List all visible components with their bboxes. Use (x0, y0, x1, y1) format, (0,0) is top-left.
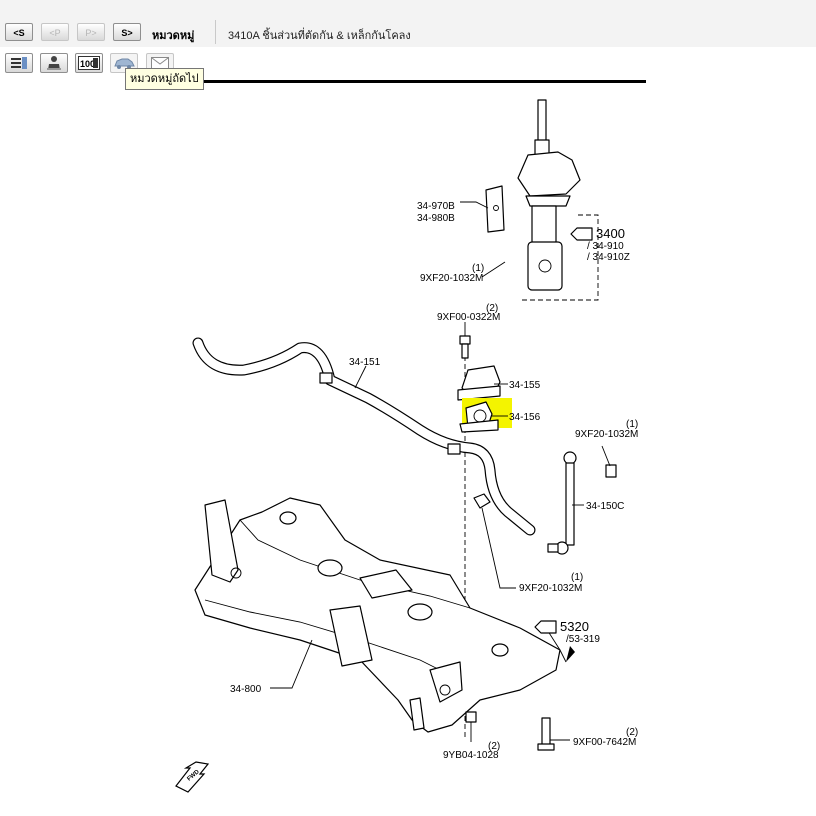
arrow-head (566, 646, 575, 662)
label-bushing-code[interactable]: 34-156 (509, 412, 541, 423)
label-bracket-code-2[interactable]: 34-980B (417, 213, 455, 224)
label-link-code[interactable]: 34-150C (586, 501, 624, 512)
label-bolt-code-2[interactable]: 9XF00-0322M (437, 312, 500, 323)
strut-assembly[interactable] (485, 99, 581, 291)
leader-crossmember (270, 639, 313, 689)
label-bracket-code-1[interactable]: 34-970B (417, 201, 455, 212)
bolt-upper[interactable] (459, 335, 471, 359)
leader-bolt-top (481, 261, 506, 278)
label-bracket-code-3[interactable]: 34-155 (509, 380, 541, 391)
reference-pointer-icon (570, 227, 593, 241)
forward-arrow-icon: FWD (175, 761, 210, 793)
bolt-bottom-right[interactable] (537, 717, 555, 751)
label-stabilizer-code[interactable]: 34-151 (349, 357, 381, 368)
leader-bracket-top (460, 201, 489, 209)
bracket-34-155[interactable] (457, 365, 501, 401)
label-bolt-code-top[interactable]: 9XF20-1032M (420, 273, 483, 284)
label-nut-code-mid[interactable]: 9XF20-1032M (519, 583, 582, 594)
leader-nut-right (601, 445, 611, 467)
parts-diagram: 34-970B 34-980B (1) 9XF20-1032M 3400 / 3… (175, 99, 638, 793)
label-strut-ref-sub2[interactable]: / 34-910Z (587, 252, 630, 263)
label-bolt-code-bottom-right[interactable]: 9XF00-7642M (573, 737, 636, 748)
nut-middle[interactable] (473, 493, 491, 509)
label-section-ref[interactable]: 5320 (560, 619, 589, 634)
reference-pointer-icon (534, 620, 557, 634)
label-crossmember-code[interactable]: 34-800 (230, 684, 262, 695)
crossmember[interactable] (194, 497, 561, 733)
leader-stabilizer (354, 365, 367, 389)
label-section-ref-sub[interactable]: /53-319 (566, 634, 600, 645)
label-bolt-code-bottom[interactable]: 9YB04-1028 (443, 750, 499, 761)
label-strut-ref[interactable]: 3400 (596, 226, 625, 241)
label-strut-ref-sub1[interactable]: / 34-910 (587, 241, 624, 252)
label-nut-qty-mid: (1) (571, 572, 583, 583)
label-nut-code-right[interactable]: 9XF20-1032M (575, 429, 638, 440)
bolt-bottom[interactable] (465, 711, 477, 723)
